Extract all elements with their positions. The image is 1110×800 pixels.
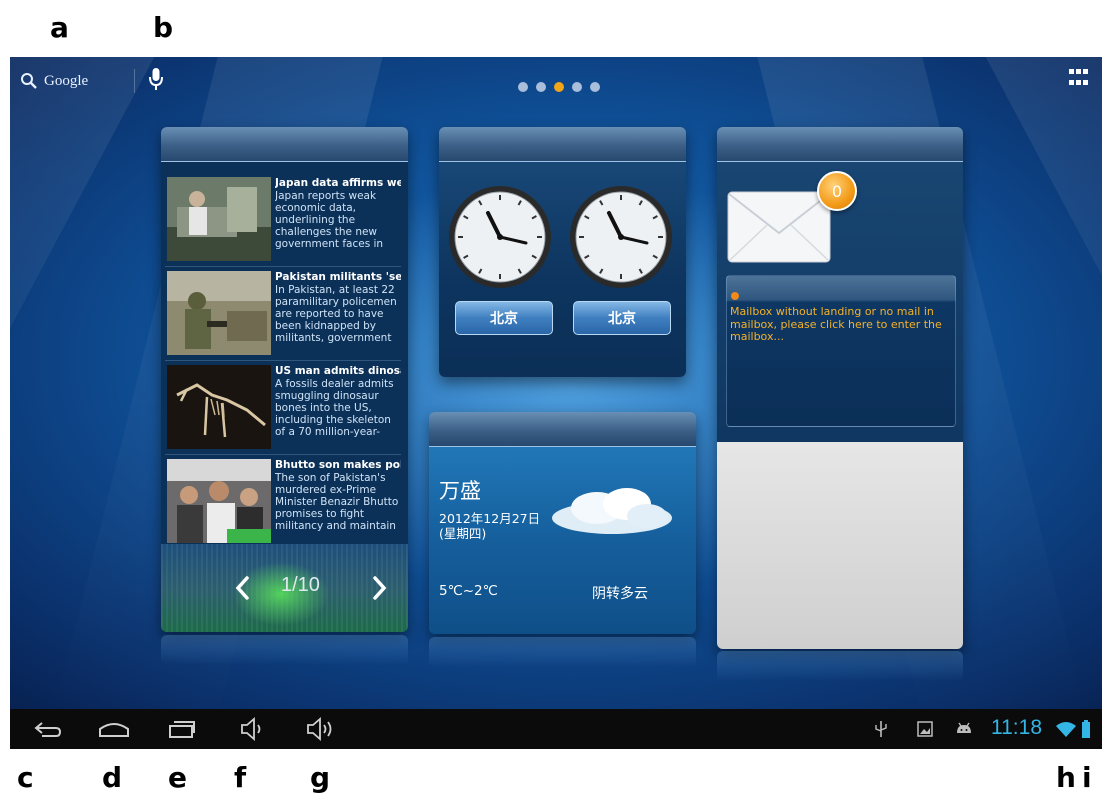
news-item[interactable]: Pakistan militants 'sei In Pakistan, at … xyxy=(165,269,401,361)
label-h: h xyxy=(1056,761,1076,794)
clock-city-button-left[interactable]: 北京 xyxy=(455,301,553,335)
next-page-chevron-icon[interactable] xyxy=(367,574,391,602)
usb-icon xyxy=(875,721,887,737)
label-e: e xyxy=(168,761,187,794)
volume-up-icon[interactable] xyxy=(304,715,338,743)
news-summary: Japan reports weak economic data, underl… xyxy=(275,190,384,250)
home-icon[interactable] xyxy=(96,715,132,743)
email-widget-reflection xyxy=(717,651,963,681)
news-item[interactable]: Bhutto son makes polit The son of Pakist… xyxy=(165,457,401,549)
news-headline: Pakistan militants 'sei xyxy=(275,271,401,283)
news-list: Japan data affirms wea Japan reports wea… xyxy=(165,175,401,551)
volume-down-icon[interactable] xyxy=(238,715,268,743)
email-widget-header xyxy=(717,127,963,162)
unread-mail-badge: 0 xyxy=(817,171,857,211)
news-widget-header xyxy=(161,127,408,162)
page-dot xyxy=(518,82,528,92)
google-label: Google xyxy=(44,72,89,89)
recent-apps-icon[interactable] xyxy=(166,715,198,743)
weather-condition: 阴转多云 xyxy=(592,586,648,602)
news-headline: US man admits dinosau xyxy=(275,365,401,377)
weather-date: 2012年12月27日 (星期四) xyxy=(439,511,540,541)
label-a: a xyxy=(50,11,69,44)
label-i: i xyxy=(1082,761,1092,794)
page-dot xyxy=(590,82,600,92)
news-page-counter: 1/10 xyxy=(281,574,320,596)
tablet-home-screen: Google Japan data affirms wea Japan repo xyxy=(10,57,1102,749)
search-separator xyxy=(134,69,135,93)
search-icon xyxy=(21,73,37,89)
cloud-icon xyxy=(552,488,672,534)
world-clock-widget: 北京 北京 xyxy=(439,127,686,377)
page-indicator xyxy=(518,82,600,92)
back-icon[interactable] xyxy=(32,715,64,743)
news-widget: Japan data affirms wea Japan reports wea… xyxy=(161,127,408,632)
label-g: g xyxy=(310,761,331,794)
analog-clock-left-icon[interactable] xyxy=(448,185,552,289)
android-debug-icon xyxy=(957,722,971,733)
news-widget-reflection xyxy=(161,635,408,665)
weather-temperature: 5℃~2℃ xyxy=(439,583,498,599)
all-apps-grid-icon[interactable] xyxy=(1069,69,1089,89)
previous-page-chevron-icon[interactable] xyxy=(231,574,255,602)
mailbox-notice-text: Mailbox without landing or no mail in ma… xyxy=(730,305,942,343)
voice-search-mic-icon[interactable] xyxy=(148,66,164,94)
wifi-icon xyxy=(1056,722,1076,737)
label-f: f xyxy=(234,761,247,794)
news-thumbnail-crowd-image xyxy=(167,459,271,543)
analog-clock-right-icon[interactable] xyxy=(569,185,673,289)
battery-icon xyxy=(1082,720,1090,738)
label-d: d xyxy=(102,761,123,794)
weather-weekday: (星期四) xyxy=(439,526,487,541)
system-navigation-bar: 11:18 xyxy=(10,709,1102,749)
news-thumbnail-dinosaur-image xyxy=(167,365,271,449)
news-headline: Japan data affirms wea xyxy=(275,177,401,189)
page-dot xyxy=(572,82,582,92)
clock-city-button-right[interactable]: 北京 xyxy=(573,301,671,335)
email-widget: 0 Mailbox without landing or no mail in … xyxy=(717,127,963,649)
email-widget-empty-area xyxy=(717,442,963,649)
news-headline: Bhutto son makes polit xyxy=(275,459,401,471)
page-dot xyxy=(536,82,546,92)
google-search-bar[interactable]: Google xyxy=(20,69,88,93)
news-item[interactable]: Japan data affirms wea Japan reports wea… xyxy=(165,175,401,267)
page-dot-active xyxy=(554,82,564,92)
clock-widget-header xyxy=(439,127,686,162)
news-thumbnail-factory-image xyxy=(167,177,271,261)
news-summary: The son of Pakistan's murdered ex-Prime … xyxy=(275,472,399,532)
weather-widget[interactable]: 万盛 2012年12月27日 (星期四) 5℃~2℃ 阴转多云 xyxy=(429,412,696,634)
weather-widget-reflection xyxy=(429,637,696,667)
news-item[interactable]: US man admits dinosau A fossils dealer a… xyxy=(165,363,401,455)
notice-bullet-icon xyxy=(731,292,739,300)
news-thumbnail-soldier-image xyxy=(167,271,271,355)
label-c: c xyxy=(17,761,34,794)
screenshot-image-icon xyxy=(917,721,933,737)
status-clock: 11:18 xyxy=(991,716,1042,739)
news-summary: A fossils dealer admits smuggling dinosa… xyxy=(275,378,394,438)
label-b: b xyxy=(153,11,174,44)
news-summary: In Pakistan, at least 22 paramilitary po… xyxy=(275,284,397,344)
weather-widget-header xyxy=(429,412,696,447)
envelope-icon[interactable] xyxy=(727,191,831,263)
weather-date-line: 2012年12月27日 xyxy=(439,511,541,526)
news-pager-bar: 1/10 xyxy=(161,544,408,632)
mailbox-login-notice[interactable]: Mailbox without landing or no mail in ma… xyxy=(726,275,956,427)
weather-city: 万盛 xyxy=(439,479,481,503)
